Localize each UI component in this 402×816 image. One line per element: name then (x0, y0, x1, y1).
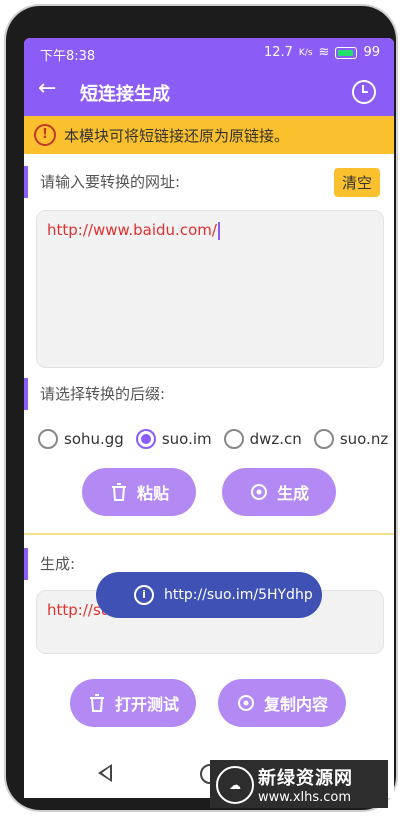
radio-label: dwz.cn (249, 430, 302, 448)
alert-circle-icon: ! (34, 124, 56, 146)
battery-level: 99 (363, 45, 380, 60)
paste-label: 粘贴 (136, 484, 169, 503)
section-divider (24, 533, 394, 535)
status-bar: 下午8:38 12.7 K/s ≋ 99 (24, 38, 394, 68)
open-test-label: 打开测试 (114, 695, 179, 714)
app-screen: 下午8:38 12.7 K/s ≋ 99 ← 短连接生成 ! 本模块可将短链接还… (24, 38, 394, 798)
trash-icon (89, 694, 104, 712)
radio-button[interactable] (313, 429, 334, 449)
radio-option-suo-nz[interactable]: suo.nz (313, 429, 389, 449)
input-label: 请输入要转换的网址: (24, 166, 180, 198)
status-icons: 12.7 K/s ≋ 99 (264, 45, 380, 60)
watermark: ☁ 新绿资源网 www.xlhs.com (210, 760, 388, 808)
url-input[interactable]: http://www.baidu.com/ (36, 210, 384, 368)
toast-message: i http://suo.im/5HYdhp (96, 572, 322, 618)
watermark-title: 新绿资源网 (258, 768, 353, 789)
nav-back-icon[interactable] (98, 764, 112, 782)
toast-text: http://suo.im/5HYdhp (164, 587, 313, 603)
copy-label: 复制内容 (263, 695, 328, 714)
paste-button[interactable]: 粘贴 (82, 468, 196, 516)
radio-option-suo-im[interactable]: suo.im (135, 429, 212, 449)
info-notice: ! 本模块可将短链接还原为原链接。 (24, 116, 394, 154)
radio-button[interactable] (223, 429, 244, 449)
cloud-logo-icon: ☁ (216, 766, 254, 804)
phone-frame: 下午8:38 12.7 K/s ≋ 99 ← 短连接生成 ! 本模块可将短链接还… (6, 6, 396, 810)
refresh-eye-icon (237, 695, 254, 711)
watermark-url: www.xlhs.com (258, 790, 352, 805)
network-speed: 12.7 (263, 45, 293, 60)
radio-option-dwz[interactable]: dwz.cn (223, 429, 302, 449)
open-test-button[interactable]: 打开测试 (70, 679, 196, 727)
arrow-left-icon[interactable]: ← (38, 76, 56, 101)
generate-button[interactable]: 生成 (222, 468, 336, 516)
radio-button[interactable] (38, 429, 58, 449)
page-title: 短连接生成 (80, 84, 170, 105)
app-bar: ← 短连接生成 (24, 68, 394, 116)
generate-label: 生成 (276, 484, 309, 503)
text-caret (217, 221, 220, 240)
clear-button[interactable]: 清空 (333, 168, 380, 197)
suffix-radio-group: sohu.gg suo.im dwz.cn suo.nz (38, 424, 388, 454)
battery-icon (335, 46, 358, 59)
refresh-eye-icon (250, 484, 267, 500)
copy-button[interactable]: 复制内容 (218, 679, 346, 727)
info-icon: i (134, 585, 154, 605)
trash-icon (111, 483, 126, 501)
radio-label: suo.nz (339, 430, 389, 448)
radio-button-selected[interactable] (135, 429, 156, 449)
radio-label: suo.im (161, 430, 212, 448)
result-label: 生成: (24, 548, 75, 580)
suffix-label: 请选择转换的后缀: (24, 378, 165, 410)
clock-icon[interactable] (352, 80, 376, 104)
network-unit: K/s (298, 47, 313, 58)
radio-label: sohu.gg (64, 430, 124, 448)
notice-text: 本模块可将短链接还原为原链接。 (64, 126, 290, 145)
radio-option-sohu[interactable]: sohu.gg (38, 429, 124, 449)
wifi-icon: ≋ (318, 45, 330, 60)
status-time: 下午8:38 (40, 49, 96, 64)
url-input-value: http://www.baidu.com/ (47, 221, 220, 240)
